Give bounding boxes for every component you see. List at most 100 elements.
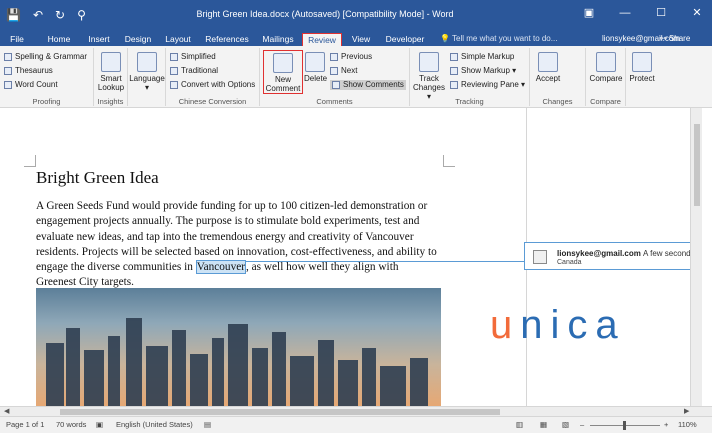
zoom-out-button[interactable]: –: [580, 420, 584, 430]
comment-connector-line: [245, 261, 525, 262]
group-comments: New Comment Delete Previous Next Show Co…: [260, 48, 410, 106]
tab-layout[interactable]: Layout: [162, 33, 194, 46]
document-page[interactable]: Bright Green Idea A Green Seeds Fund wou…: [0, 108, 526, 406]
tab-view[interactable]: View: [348, 33, 374, 46]
group-label-chinese: Chinese Conversion: [178, 97, 247, 106]
page-count[interactable]: Page 1 of 1: [6, 420, 44, 430]
smart-lookup-button[interactable]: Smart Lookup: [96, 52, 126, 92]
share-button[interactable]: ⚯ Share: [660, 33, 690, 45]
tab-file[interactable]: File: [4, 33, 30, 46]
undo-icon[interactable]: ↶: [33, 7, 43, 23]
group-label-compare: Compare: [590, 97, 621, 106]
compare-icon: [596, 52, 616, 72]
word-count[interactable]: 70 words: [56, 420, 86, 430]
traditional-button[interactable]: Traditional: [170, 66, 218, 76]
commented-text[interactable]: Vancouver: [195, 260, 246, 275]
tell-me-search[interactable]: 💡 Tell me what you want to do...: [440, 33, 557, 45]
group-chinese-conversion: Simplified Traditional Convert with Opti…: [166, 48, 260, 106]
new-comment-button[interactable]: New Comment: [263, 50, 303, 94]
horizontal-scrollbar[interactable]: ◀ ▶: [0, 406, 712, 416]
horizontal-scroll-thumb[interactable]: [60, 409, 500, 415]
convert-icon: [170, 81, 178, 89]
language-status[interactable]: English (United States): [116, 420, 193, 430]
redo-icon[interactable]: ↻: [55, 7, 65, 23]
tab-developer[interactable]: Developer: [382, 33, 428, 46]
maximize-icon[interactable]: ☐: [654, 6, 668, 20]
thesaurus-button[interactable]: Thesaurus: [4, 66, 53, 76]
smart-lookup-label-1: Smart: [100, 74, 122, 83]
print-layout-icon[interactable]: ▦: [540, 420, 547, 430]
title-bar: 💾 ↶ ↻ ⚲ Bright Green Idea.docx (Autosave…: [0, 0, 712, 32]
show-markup-button[interactable]: Show Markup ▾: [450, 66, 516, 76]
show-comments-button[interactable]: Show Comments: [330, 80, 406, 90]
tab-design[interactable]: Design: [122, 33, 154, 46]
ribbon-tabs: File Home Insert Design Layout Reference…: [0, 32, 712, 46]
comment-location: Canada: [557, 259, 582, 266]
vertical-scroll-thumb[interactable]: [694, 124, 700, 206]
tab-review[interactable]: Review: [302, 33, 342, 46]
previous-comment-button[interactable]: Previous: [330, 52, 372, 62]
group-protect: Protect: [626, 48, 658, 106]
minimize-icon[interactable]: —: [618, 6, 632, 20]
vertical-scrollbar[interactable]: [690, 108, 702, 406]
web-layout-icon[interactable]: ▧: [562, 420, 569, 430]
document-paragraph: A Green Seeds Fund would provide funding…: [36, 199, 441, 291]
crop-mark: [443, 155, 455, 167]
comment-balloon[interactable]: lionsykee@gmail.com A few seconds Canada: [524, 242, 702, 270]
proofing-status-icon[interactable]: ▣: [96, 420, 103, 430]
tab-references[interactable]: References: [204, 33, 250, 46]
protect-button[interactable]: Protect: [627, 52, 657, 83]
next-comment-icon: [330, 67, 338, 75]
close-icon[interactable]: ✕: [690, 6, 704, 20]
next-comment-button[interactable]: Next: [330, 66, 357, 76]
delete-comment-button[interactable]: Delete: [304, 52, 327, 83]
compare-label: Compare: [589, 74, 623, 83]
save-icon[interactable]: 💾: [6, 7, 21, 23]
markup-select[interactable]: Simple Markup: [450, 52, 514, 62]
compare-button[interactable]: Compare: [587, 52, 625, 83]
accept-icon: [538, 52, 558, 72]
group-label-changes: Changes: [542, 97, 573, 106]
accept-button[interactable]: Accept: [534, 52, 562, 83]
thesaurus-label: Thesaurus: [15, 66, 53, 75]
macro-status-icon[interactable]: ▤: [204, 420, 211, 430]
show-comments-icon: [332, 81, 340, 89]
new-comment-label-2: Comment: [265, 84, 301, 93]
word-count-icon: [4, 81, 12, 89]
zoom-level[interactable]: 110%: [678, 420, 697, 430]
traditional-label: Traditional: [181, 66, 219, 75]
convert-options-button[interactable]: Convert with Options: [170, 80, 255, 90]
zoom-slider-thumb[interactable]: [623, 421, 626, 430]
document-title: Bright Green Idea.docx (Autosaved) [Comp…: [196, 9, 454, 19]
city-skyline-image: [36, 288, 441, 406]
ribbon-display-options-icon[interactable]: ▣: [582, 6, 596, 20]
zoom-in-button[interactable]: +: [664, 420, 668, 430]
group-label-proofing: Proofing: [32, 97, 61, 106]
read-mode-icon[interactable]: ▥: [516, 420, 523, 430]
group-label-insights: Insights: [97, 97, 124, 106]
reviewing-pane-button[interactable]: Reviewing Pane ▾: [450, 80, 525, 90]
word-count-button[interactable]: Word Count: [4, 80, 58, 90]
customize-qat-icon[interactable]: ⚲: [77, 7, 86, 23]
simplified-button[interactable]: Simplified: [170, 52, 216, 62]
reviewing-pane-label: Reviewing Pane ▾: [461, 80, 526, 89]
tab-insert[interactable]: Insert: [84, 33, 114, 46]
language-dropdown-icon: ▾: [144, 83, 149, 92]
spelling-label: Spelling & Grammar: [15, 52, 88, 61]
tab-home[interactable]: Home: [44, 33, 74, 46]
traditional-icon: [170, 67, 178, 75]
new-comment-icon: [273, 53, 293, 73]
comment-author: lionsykee@gmail.com: [557, 249, 641, 258]
thesaurus-icon: [4, 67, 12, 75]
new-comment-label-1: New: [274, 75, 291, 84]
language-button[interactable]: Language ▾: [129, 52, 165, 92]
spelling-grammar-button[interactable]: Spelling & Grammar: [4, 52, 87, 62]
protect-label: Protect: [629, 74, 655, 83]
bottom-border: [0, 433, 712, 443]
smart-lookup-label-2: Lookup: [97, 83, 125, 92]
group-compare: Compare Compare: [586, 48, 626, 106]
previous-label: Previous: [341, 52, 373, 61]
tab-mailings[interactable]: Mailings: [258, 33, 298, 46]
track-changes-button[interactable]: Track Changes ▾: [412, 52, 446, 101]
simplified-icon: [170, 53, 178, 61]
